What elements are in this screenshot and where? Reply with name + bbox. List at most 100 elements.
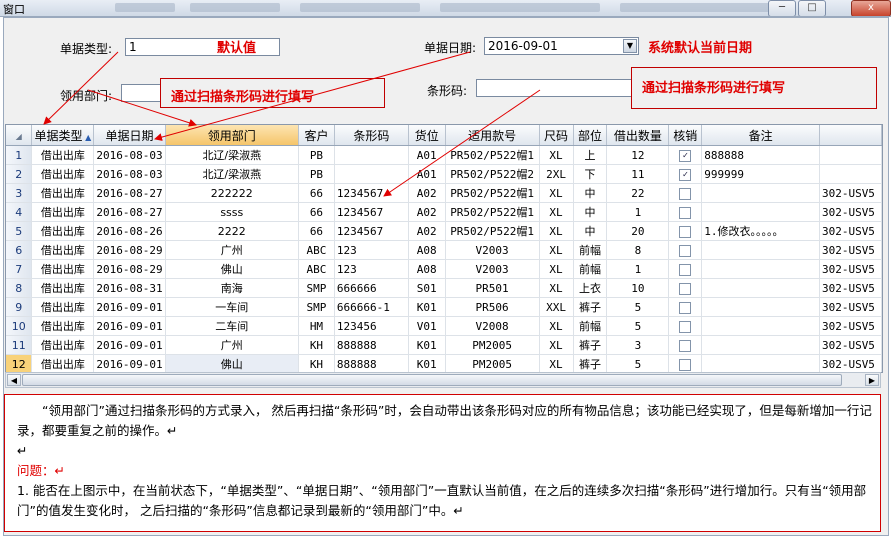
scrollbar-thumb[interactable] xyxy=(22,374,842,386)
cell-cust[interactable]: SMP xyxy=(298,278,335,298)
cell-dept[interactable]: 佛山 xyxy=(165,354,300,372)
cell-loc[interactable]: A02 xyxy=(408,202,446,222)
checkbox-icon[interactable] xyxy=(679,225,692,238)
cell-part[interactable]: 前幅 xyxy=(573,240,608,260)
cell-style[interactable]: PR501 xyxy=(445,278,540,298)
data-grid[interactable]: ◢ 单据类型 ▲ 单据日期 领用部门 客户 条形码 货位 适用款号 尺码 部位 … xyxy=(5,124,883,373)
cell-style[interactable]: PM2005 xyxy=(445,335,540,355)
cell-style[interactable]: PR502/P522帽1 xyxy=(445,145,540,165)
cell-remark[interactable] xyxy=(701,354,820,372)
cell-barcode[interactable] xyxy=(334,145,409,165)
column-header[interactable] xyxy=(819,125,882,146)
cell-remark[interactable] xyxy=(701,335,820,355)
cell-qty[interactable]: 1 xyxy=(606,202,670,222)
checkbox-icon[interactable] xyxy=(679,339,692,352)
scroll-left-icon[interactable]: ◀ xyxy=(7,374,21,386)
cell-loc[interactable]: K01 xyxy=(408,297,446,317)
checkbox-icon[interactable] xyxy=(679,282,692,295)
cell-type[interactable]: 借出出库 xyxy=(31,202,95,222)
cell-extra[interactable]: 302-USV5 xyxy=(819,202,882,222)
cell-loc[interactable]: S01 xyxy=(408,278,446,298)
row-number[interactable]: 5 xyxy=(6,221,33,241)
cell-style[interactable]: V2003 xyxy=(445,259,540,279)
cell-barcode[interactable] xyxy=(334,164,409,184)
cell-barcode[interactable]: 123 xyxy=(334,240,409,260)
cell-size[interactable]: XL xyxy=(539,335,574,355)
cell-part[interactable]: 上衣 xyxy=(573,278,608,298)
cell-remark[interactable] xyxy=(701,259,820,279)
cell-barcode[interactable]: 666666-1 xyxy=(334,297,409,317)
cell-barcode[interactable]: 888888 xyxy=(334,354,409,372)
cell-qty[interactable]: 3 xyxy=(606,335,670,355)
cell-date[interactable]: 2016-08-29 xyxy=(93,240,166,260)
cell-type[interactable]: 借出出库 xyxy=(31,335,95,355)
checkoff-cell[interactable] xyxy=(668,259,703,279)
corner-cell[interactable]: ◢ xyxy=(6,125,33,146)
cell-extra[interactable] xyxy=(819,164,882,184)
checkoff-cell[interactable] xyxy=(668,297,703,317)
cell-type[interactable]: 借出出库 xyxy=(31,240,95,260)
cell-dept[interactable]: 2222 xyxy=(165,221,300,241)
cell-type[interactable]: 借出出库 xyxy=(31,183,95,203)
cell-style[interactable]: V2008 xyxy=(445,316,540,336)
cell-remark[interactable] xyxy=(701,202,820,222)
cell-extra[interactable]: 302-USV5 xyxy=(819,278,882,298)
cell-loc[interactable]: A08 xyxy=(408,259,446,279)
cell-part[interactable]: 中 xyxy=(573,183,608,203)
cell-type[interactable]: 借出出库 xyxy=(31,259,95,279)
row-number[interactable]: 3 xyxy=(6,183,33,203)
checkoff-cell[interactable] xyxy=(668,240,703,260)
checkbox-icon[interactable] xyxy=(679,244,692,257)
column-header[interactable]: 尺码 xyxy=(539,125,574,146)
column-header[interactable]: 备注 xyxy=(701,125,820,146)
cell-cust[interactable]: 66 xyxy=(298,202,335,222)
cell-cust[interactable]: SMP xyxy=(298,297,335,317)
cell-extra[interactable]: 302-USV5 xyxy=(819,316,882,336)
cell-qty[interactable]: 10 xyxy=(606,278,670,298)
cell-remark[interactable]: 1.修改衣。。。。。 xyxy=(701,221,820,241)
cell-part[interactable]: 下 xyxy=(573,164,608,184)
cell-barcode[interactable]: 123 xyxy=(334,259,409,279)
cell-extra[interactable]: 302-USV5 xyxy=(819,354,882,372)
table-row[interactable]: 12 借出出库 2016-09-01 佛山 KH 888888 K01 PM2005 XL 裤子 5… xyxy=(6,354,882,372)
cell-part[interactable]: 中 xyxy=(573,221,608,241)
cell-size[interactable]: XL xyxy=(539,316,574,336)
checkoff-cell[interactable] xyxy=(668,354,703,372)
cell-dept[interactable]: 南海 xyxy=(165,278,300,298)
checkoff-cell[interactable] xyxy=(668,335,703,355)
cell-qty[interactable]: 1 xyxy=(606,259,670,279)
checkbox-icon[interactable] xyxy=(679,320,692,333)
cell-part[interactable]: 裤子 xyxy=(573,354,608,372)
cell-size[interactable]: XL xyxy=(539,259,574,279)
table-row[interactable]: 10 借出出库 2016-09-01 二车间 HM 123456 V01 V2008 XL 前幅 5… xyxy=(6,316,882,336)
cell-size[interactable]: 2XL xyxy=(539,164,574,184)
cell-extra[interactable] xyxy=(819,145,882,165)
cell-qty[interactable]: 5 xyxy=(606,297,670,317)
cell-style[interactable]: PR502/P522帽1 xyxy=(445,183,540,203)
cell-date[interactable]: 2016-08-03 xyxy=(93,164,166,184)
checkbox-icon[interactable] xyxy=(679,263,692,276)
cell-part[interactable]: 裤子 xyxy=(573,297,608,317)
dropdown-arrow-icon[interactable]: ▼ xyxy=(623,39,637,53)
cell-cust[interactable]: HM xyxy=(298,316,335,336)
cell-barcode[interactable]: 1234567 xyxy=(334,183,409,203)
cell-extra[interactable]: 302-USV5 xyxy=(819,297,882,317)
cell-style[interactable]: V2003 xyxy=(445,240,540,260)
cell-remark[interactable] xyxy=(701,183,820,203)
cell-qty[interactable]: 11 xyxy=(606,164,670,184)
row-number[interactable]: 7 xyxy=(6,259,33,279)
cell-barcode[interactable]: 888888 xyxy=(334,335,409,355)
cell-part[interactable]: 前幅 xyxy=(573,259,608,279)
cell-size[interactable]: XL xyxy=(539,240,574,260)
column-header[interactable]: 部位 xyxy=(573,125,608,146)
cell-date[interactable]: 2016-08-26 xyxy=(93,221,166,241)
cell-type[interactable]: 借出出库 xyxy=(31,354,95,372)
cell-cust[interactable]: KH xyxy=(298,335,335,355)
select-all-icon[interactable]: ◢ xyxy=(16,132,22,141)
cell-remark[interactable] xyxy=(701,278,820,298)
cell-size[interactable]: XL xyxy=(539,183,574,203)
cell-dept[interactable]: 佛山 xyxy=(165,259,300,279)
cell-date[interactable]: 2016-08-03 xyxy=(93,145,166,165)
cell-remark[interactable]: 999999 xyxy=(701,164,820,184)
column-header[interactable]: 核销 xyxy=(668,125,703,146)
